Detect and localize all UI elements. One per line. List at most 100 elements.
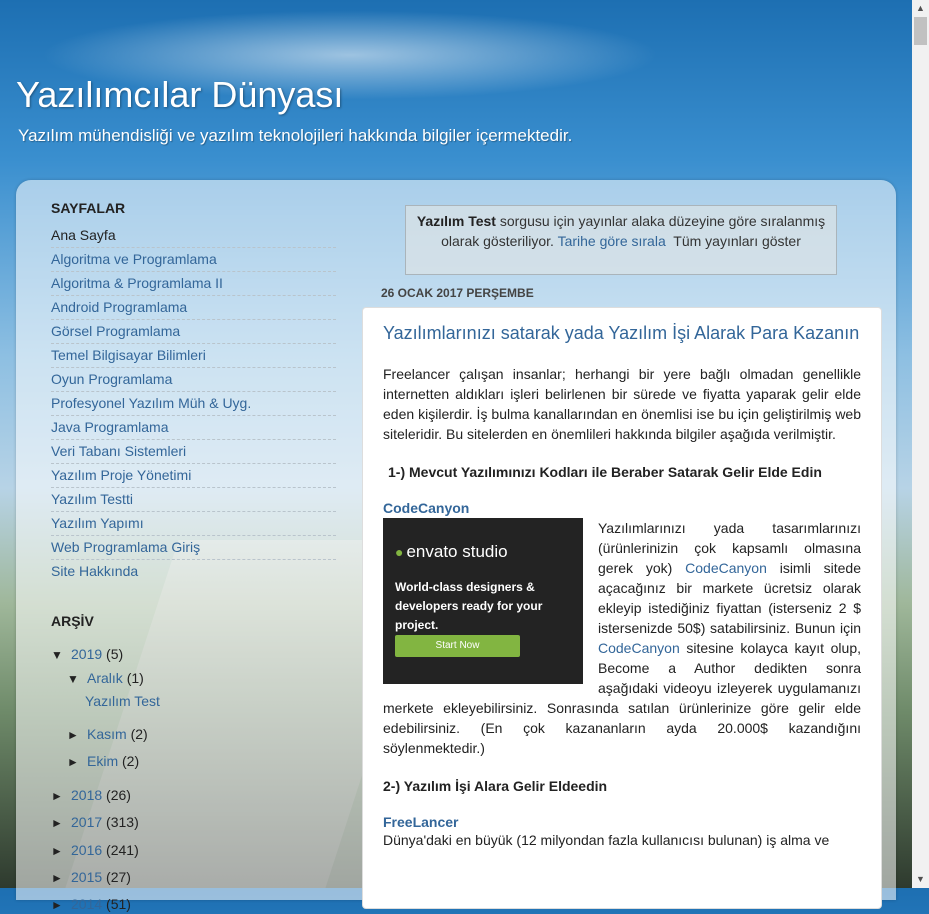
page-item: Yazılım Yapımı: [51, 512, 336, 536]
toggle-collapsed-icon[interactable]: ►: [51, 787, 71, 805]
archive-post: Yazılım Test: [51, 692, 336, 710]
section-heading-1: 1-) Mevcut Yazılımınızı Kodları ile Bera…: [388, 464, 822, 480]
date-header: 26 OCAK 2017 PERŞEMBE: [381, 286, 534, 300]
content-panel: SAYFALAR Ana Sayfa Algoritma ve Programl…: [16, 180, 896, 912]
page-item: Algoritma ve Programlama: [51, 248, 336, 272]
archive-count: (241): [106, 842, 139, 858]
post-intro: Freelancer çalışan insanlar; herhangi bi…: [383, 366, 861, 442]
pages-widget-title: SAYFALAR: [51, 200, 126, 216]
page-link[interactable]: Oyun Programlama: [51, 371, 172, 387]
page-item: Algoritma & Programlama II: [51, 272, 336, 296]
page-item: Ana Sayfa: [51, 224, 336, 248]
envato-tagline: World-class designers & developers ready…: [395, 580, 543, 632]
page-link[interactable]: Site Hakkında: [51, 563, 138, 579]
page-item: Site Hakkında: [51, 560, 336, 583]
envato-ad-image[interactable]: ● envato studio World-class designers & d…: [383, 518, 583, 684]
archive-widget: ARŞİV ▼ 2019 (5) ▼ Aralık (1) Yazılım Test…: [51, 613, 336, 914]
archive-count: (5): [106, 646, 124, 662]
archive-month-ekim: ► Ekim (2): [51, 752, 336, 771]
scroll-down-arrow-icon[interactable]: ▼: [912, 871, 929, 888]
archive-year-2017: ► 2017 (313): [51, 813, 336, 832]
page-link[interactable]: Görsel Programlama: [51, 323, 180, 339]
page-item: Temel Bilgisayar Bilimleri: [51, 344, 336, 368]
pages-list: Ana Sayfa Algoritma ve Programlama Algor…: [51, 224, 336, 583]
page-item: Yazılım Testti: [51, 488, 336, 512]
archive-post-link[interactable]: Yazılım Test: [85, 693, 160, 709]
archive-month-link[interactable]: Kasım: [87, 726, 127, 742]
page-item: Veri Tabanı Sistemleri: [51, 440, 336, 464]
archive-month-link[interactable]: Ekim: [87, 753, 118, 769]
page-link[interactable]: Temel Bilgisayar Bilimleri: [51, 347, 206, 363]
codecanyon-link[interactable]: CodeCanyon: [598, 640, 680, 656]
page-item: Görsel Programlama: [51, 320, 336, 344]
archive-year-link[interactable]: 2018: [71, 787, 102, 803]
toggle-collapsed-icon[interactable]: ►: [51, 814, 71, 832]
vertical-scrollbar[interactable]: ▲ ▼: [912, 0, 929, 888]
sort-by-date-link[interactable]: Tarihe göre sırala: [558, 233, 666, 249]
search-status-message: Yazılım Test sorgusu için yayınlar alaka…: [405, 205, 837, 275]
toggle-collapsed-icon[interactable]: ►: [67, 753, 87, 771]
page-link[interactable]: Profesyonel Yazılım Müh & Uyg.: [51, 395, 251, 411]
page-link[interactable]: Android Programlama: [51, 299, 187, 315]
page-link[interactable]: Web Programlama Giriş: [51, 539, 200, 555]
archive-month-link[interactable]: Aralık: [87, 670, 123, 686]
archive-year-2016: ► 2016 (241): [51, 841, 336, 860]
page-link[interactable]: Java Programlama: [51, 419, 169, 435]
toggle-collapsed-icon[interactable]: ►: [51, 842, 71, 860]
show-all-posts-link[interactable]: Tüm yayınları göster: [673, 233, 801, 249]
archive-year-2014: ► 2014 (51): [51, 895, 336, 914]
freelancer-heading-link[interactable]: FreeLancer: [383, 814, 861, 830]
archive-year-2018: ► 2018 (26): [51, 786, 336, 805]
codecanyon-link[interactable]: CodeCanyon: [685, 560, 767, 576]
post: Yazılımlarınızı satarak yada Yazılım İşi…: [362, 307, 882, 909]
freelancer-text: Dünya'daki en büyük (12 milyondan fazla …: [383, 832, 830, 848]
page-item: Profesyonel Yazılım Müh & Uyg.: [51, 392, 336, 416]
codecanyon-heading-link[interactable]: CodeCanyon: [383, 500, 861, 516]
archive-year-link[interactable]: 2015: [71, 869, 102, 885]
archive-count: (26): [106, 787, 131, 803]
archive-count: (313): [106, 814, 139, 830]
search-query: Yazılım Test: [416, 213, 496, 229]
archive-count: (2): [130, 726, 148, 742]
envato-logo: ● envato studio: [395, 542, 508, 562]
archive-year-2019: ▼ 2019 (5): [51, 645, 336, 664]
page-link[interactable]: Yazılım Yapımı: [51, 515, 144, 531]
page-link[interactable]: Yazılım Testti: [51, 491, 133, 507]
scroll-up-arrow-icon[interactable]: ▲: [912, 0, 929, 17]
toggle-collapsed-icon[interactable]: ►: [51, 869, 71, 887]
archive-year-link[interactable]: 2014: [71, 896, 102, 912]
leaf-icon: ●: [395, 544, 404, 560]
page-link[interactable]: Algoritma ve Programlama: [51, 251, 217, 267]
page-item: Web Programlama Giriş: [51, 536, 336, 560]
toggle-collapsed-icon[interactable]: ►: [51, 896, 71, 914]
post-title[interactable]: Yazılımlarınızı satarak yada Yazılım İşi…: [383, 322, 861, 344]
codecanyon-section: ● envato studio World-class designers & d…: [383, 518, 861, 758]
post-body: Yazılımlarınızı satarak yada Yazılım İşi…: [383, 308, 861, 850]
archive-year-link[interactable]: 2019: [71, 646, 102, 662]
page-item: Java Programlama: [51, 416, 336, 440]
page-link[interactable]: Veri Tabanı Sistemleri: [51, 443, 186, 459]
archive-month-aralik: ▼ Aralık (1): [51, 669, 336, 688]
archive-count: (1): [126, 670, 144, 686]
archive-year-link[interactable]: 2017: [71, 814, 102, 830]
archive-count: (2): [122, 753, 140, 769]
page-link[interactable]: Algoritma & Programlama II: [51, 275, 223, 291]
archive-count: (51): [106, 896, 131, 912]
archive-count: (27): [106, 869, 131, 885]
page-item: Yazılım Proje Yönetimi: [51, 464, 336, 488]
toggle-collapsed-icon[interactable]: ►: [67, 726, 87, 744]
page-item: Oyun Programlama: [51, 368, 336, 392]
scrollbar-thumb[interactable]: [914, 17, 927, 45]
archive-month-kasim: ► Kasım (2): [51, 725, 336, 744]
section-heading-2: 2-) Yazılım İşi Alara Gelir Eldeedin: [383, 778, 608, 794]
toggle-expanded-icon[interactable]: ▼: [51, 646, 71, 664]
page-item: Android Programlama: [51, 296, 336, 320]
archive-year-2015: ► 2015 (27): [51, 868, 336, 887]
start-now-button[interactable]: Start Now: [395, 635, 520, 657]
toggle-expanded-icon[interactable]: ▼: [67, 670, 87, 688]
blog-description: Yazılım mühendisliği ve yazılım teknoloj…: [18, 126, 573, 145]
archive-year-link[interactable]: 2016: [71, 842, 102, 858]
page-link-ana-sayfa[interactable]: Ana Sayfa: [51, 227, 116, 243]
blog-title[interactable]: Yazılımcılar Dünyası: [16, 74, 343, 116]
page-link[interactable]: Yazılım Proje Yönetimi: [51, 467, 191, 483]
